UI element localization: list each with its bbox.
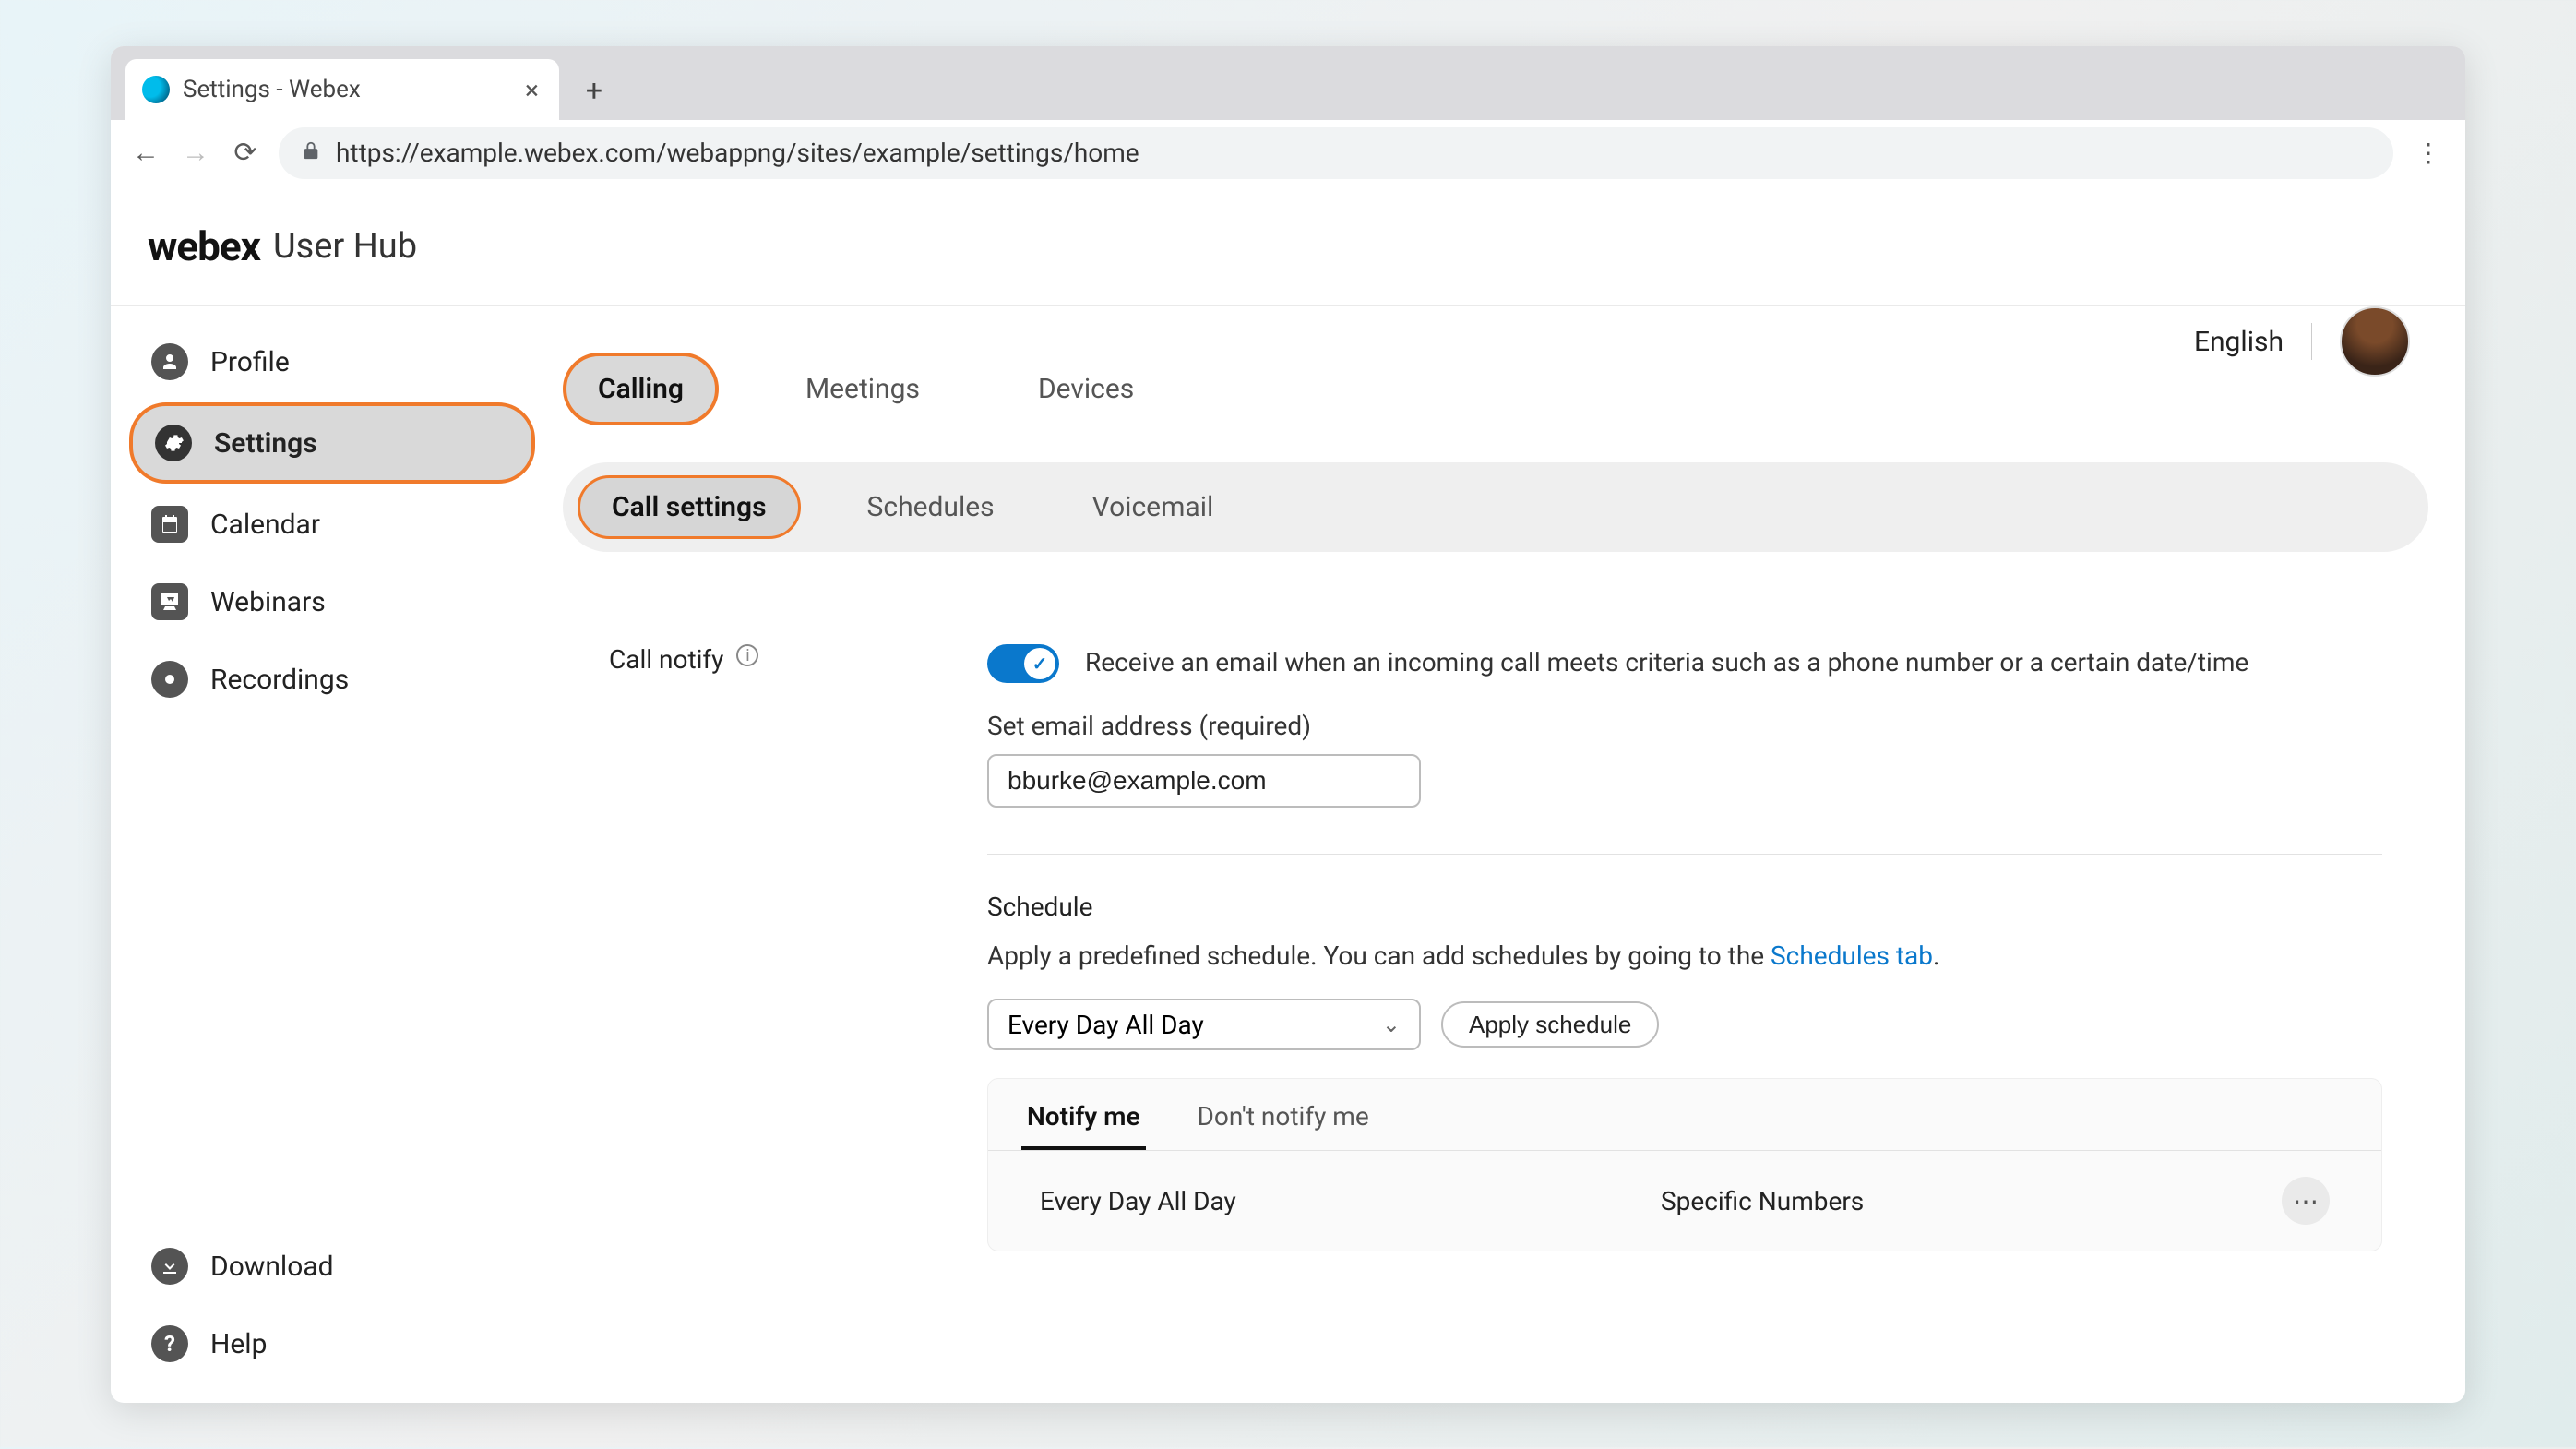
webex-logo: webex bbox=[148, 222, 260, 270]
forward-button[interactable]: → bbox=[179, 137, 212, 170]
notify-row-numbers: Specific Numbers bbox=[1661, 1186, 2245, 1216]
sidebar-item-help[interactable]: ? Help bbox=[129, 1307, 535, 1381]
sidebar: Profile Settings Calendar bbox=[111, 306, 554, 1403]
email-label: Set email address (required) bbox=[987, 711, 2382, 741]
tab-notify-me[interactable]: Notify me bbox=[1021, 1092, 1146, 1150]
schedule-description: Apply a predefined schedule. You can add… bbox=[987, 940, 2382, 971]
avatar[interactable] bbox=[2340, 306, 2410, 377]
apply-schedule-button[interactable]: Apply schedule bbox=[1441, 1001, 1659, 1048]
schedule-desc-suffix: . bbox=[1933, 940, 1939, 971]
record-icon bbox=[151, 661, 188, 698]
webex-favicon bbox=[142, 76, 170, 103]
primary-tabs: Calling Meetings Devices bbox=[563, 353, 2428, 425]
schedule-desc-prefix: Apply a predefined schedule. You can add… bbox=[987, 940, 1771, 971]
sidebar-item-label: Profile bbox=[210, 346, 290, 378]
sidebar-item-label: Recordings bbox=[210, 664, 349, 696]
browser-tab-bar: Settings - Webex × + bbox=[111, 46, 2465, 120]
sidebar-item-download[interactable]: Download bbox=[129, 1229, 535, 1303]
browser-menu-button[interactable]: ⋮ bbox=[2410, 138, 2447, 168]
section-label: Call notify bbox=[609, 644, 723, 675]
sidebar-item-profile[interactable]: Profile bbox=[129, 325, 535, 399]
subtab-call-settings[interactable]: Call settings bbox=[578, 475, 801, 539]
chevron-down-icon: ⌄ bbox=[1382, 1012, 1401, 1037]
sidebar-item-label: Help bbox=[210, 1328, 267, 1360]
divider bbox=[987, 854, 2382, 855]
user-hub-label: User Hub bbox=[273, 226, 417, 267]
call-notify-description: Receive an email when an incoming call m… bbox=[1085, 644, 2248, 680]
language-selector[interactable]: English bbox=[2194, 326, 2284, 358]
call-notify-toggle[interactable]: ✓ bbox=[987, 644, 1059, 683]
tab-calling[interactable]: Calling bbox=[563, 353, 719, 425]
main-content: English Calling Meetings Devices Call se… bbox=[554, 306, 2465, 1403]
schedules-tab-link[interactable]: Schedules tab bbox=[1771, 940, 1933, 971]
person-icon bbox=[151, 343, 188, 380]
notify-card: Notify me Don't notify me Every Day All … bbox=[987, 1078, 2382, 1251]
reload-button[interactable]: ⟳ bbox=[229, 137, 262, 170]
tab-dont-notify-me[interactable]: Don't notify me bbox=[1192, 1092, 1375, 1150]
schedule-title: Schedule bbox=[987, 892, 2382, 922]
new-tab-button[interactable]: + bbox=[576, 72, 613, 109]
gear-icon bbox=[155, 425, 192, 461]
sidebar-item-label: Webinars bbox=[210, 586, 326, 618]
check-icon: ✓ bbox=[1024, 648, 1055, 679]
url-text: https://example.webex.com/webappng/sites… bbox=[336, 138, 1139, 168]
browser-toolbar: ← → ⟳ https://example.webex.com/webappng… bbox=[111, 120, 2465, 186]
tab-devices[interactable]: Devices bbox=[1007, 356, 1165, 422]
address-bar[interactable]: https://example.webex.com/webappng/sites… bbox=[279, 127, 2393, 179]
call-notify-card: Call notify i ✓ Receive an email when an… bbox=[563, 607, 2428, 1307]
subtab-schedules[interactable]: Schedules bbox=[836, 478, 1026, 536]
divider bbox=[2311, 323, 2312, 360]
schedule-select[interactable]: Every Day All Day ⌄ bbox=[987, 999, 1421, 1050]
email-field[interactable] bbox=[987, 754, 1421, 808]
sidebar-item-recordings[interactable]: Recordings bbox=[129, 642, 535, 716]
download-icon bbox=[151, 1248, 188, 1285]
sidebar-item-label: Settings bbox=[214, 427, 317, 460]
browser-tab[interactable]: Settings - Webex × bbox=[125, 59, 559, 120]
row-more-button[interactable]: ⋯ bbox=[2282, 1177, 2330, 1225]
sidebar-item-label: Calendar bbox=[210, 509, 320, 541]
lock-icon bbox=[301, 140, 321, 166]
info-icon[interactable]: i bbox=[736, 644, 758, 666]
schedule-select-value: Every Day All Day bbox=[1008, 1010, 1204, 1040]
close-icon[interactable]: × bbox=[521, 71, 543, 109]
subtab-voicemail[interactable]: Voicemail bbox=[1061, 478, 1246, 536]
tab-meetings[interactable]: Meetings bbox=[774, 356, 951, 422]
back-button[interactable]: ← bbox=[129, 137, 162, 170]
calendar-icon bbox=[151, 506, 188, 543]
help-icon: ? bbox=[151, 1325, 188, 1362]
app-header: webex User Hub bbox=[111, 186, 2465, 306]
sidebar-item-webinars[interactable]: Webinars bbox=[129, 565, 535, 639]
presentation-icon bbox=[151, 583, 188, 620]
sidebar-item-calendar[interactable]: Calendar bbox=[129, 487, 535, 561]
tab-title: Settings - Webex bbox=[183, 76, 508, 103]
sidebar-item-settings[interactable]: Settings bbox=[129, 402, 535, 484]
sidebar-item-label: Download bbox=[210, 1251, 334, 1283]
notify-row: Every Day All Day Specific Numbers ⋯ bbox=[988, 1151, 2381, 1251]
notify-row-schedule: Every Day All Day bbox=[1040, 1186, 1624, 1216]
secondary-tabs: Call settings Schedules Voicemail bbox=[563, 462, 2428, 552]
